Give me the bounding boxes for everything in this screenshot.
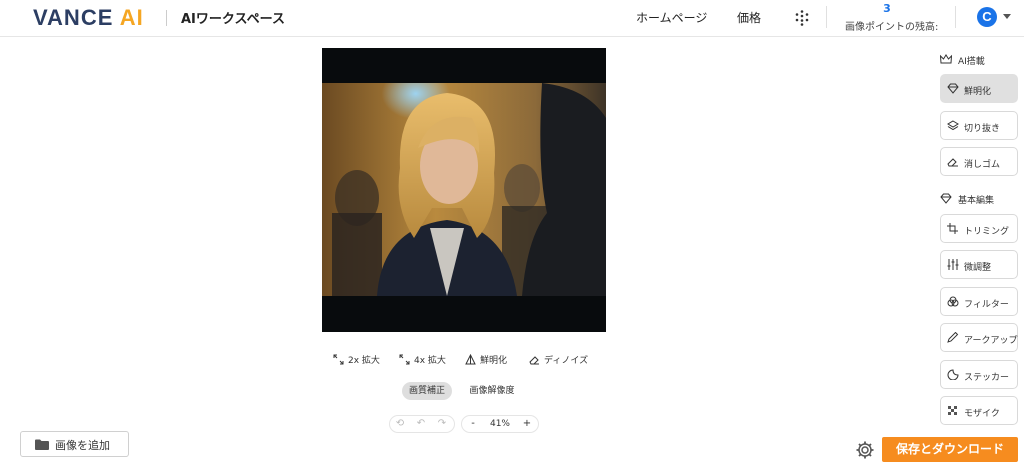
diamond-icon (947, 83, 959, 94)
save-download-button[interactable]: 保存とダウンロード (882, 437, 1018, 462)
undo-icon[interactable]: ↶ (413, 416, 429, 432)
chevron-down-icon[interactable] (1003, 14, 1011, 19)
logo-text-main: VANCE (33, 5, 114, 30)
expand-icon (333, 354, 344, 365)
points-label: 画像ポイントの残高: (845, 22, 939, 33)
sidebar-item-markup[interactable]: アークアップ (940, 323, 1018, 352)
gear-icon[interactable] (855, 440, 875, 460)
folder-icon (35, 439, 49, 450)
upscale-2x-tool[interactable]: 2x 拡大 (333, 353, 380, 369)
eraser-icon (529, 356, 539, 365)
vance-ai-logo[interactable]: VANCE AI (33, 5, 144, 31)
zoom-level: 41% (489, 419, 510, 429)
diamond-icon (940, 193, 952, 204)
crown-icon (940, 54, 952, 64)
photo-preview (322, 48, 606, 332)
image-canvas[interactable] (322, 48, 606, 332)
zoom-out-button[interactable]: - (465, 416, 481, 432)
sidebar-item-crop[interactable]: トリミング (940, 214, 1018, 243)
header-divider (826, 6, 827, 28)
add-image-button[interactable]: 画像を追加 (20, 431, 129, 457)
sidebar-item-mosaic[interactable]: モザイク (940, 396, 1018, 425)
eraser-icon (947, 158, 958, 167)
sidebar-item-adjust[interactable]: 微調整 (940, 250, 1018, 279)
ai-section-label: AI搭載 (958, 57, 985, 67)
add-image-label: 画像を追加 (55, 439, 110, 452)
upscale-4x-tool[interactable]: 4x 拡大 (399, 353, 446, 369)
denoise-tool[interactable]: ディノイズ (529, 353, 588, 369)
nav-home-link[interactable]: ホームページ (636, 9, 707, 26)
header-divider (955, 6, 956, 28)
filter-icon (947, 296, 959, 307)
sidebar-item-filter[interactable]: フィルター (940, 287, 1018, 316)
sliders-icon (947, 259, 959, 270)
zoom-in-button[interactable]: + (519, 416, 535, 432)
workspace-title: AIワークスペース (181, 12, 285, 27)
sticker-icon (947, 369, 959, 380)
sidebar-item-label: アークアップ (964, 336, 1018, 346)
logo-text-accent: AI (119, 5, 144, 30)
sidebar-item-label: フィルター (964, 300, 1009, 310)
apps-grid-icon[interactable] (793, 9, 811, 27)
layers-icon (947, 120, 959, 131)
sidebar-item-label: 消しゴム (964, 160, 1001, 170)
top-header: VANCE AI AIワークスペース ホームページ 価格 3 画像ポイントの残高… (0, 0, 1024, 37)
zoom-controls: - 41% + (461, 415, 539, 433)
user-avatar[interactable]: C (977, 7, 997, 27)
sidebar-item-cutout[interactable]: 切り抜き (940, 111, 1018, 140)
reset-history-icon[interactable]: ⟲ (392, 416, 408, 432)
sharpen-label: 鮮明化 (480, 356, 508, 366)
sharpen-tool[interactable]: 鮮明化 (465, 353, 507, 369)
upscale-2x-label: 2x 拡大 (348, 356, 380, 366)
basic-section-label: 基本編集 (958, 196, 995, 206)
triangle-icon (465, 353, 476, 365)
sidebar-item-label: モザイク (964, 409, 1000, 419)
expand-icon (399, 354, 410, 365)
redo-icon[interactable]: ↷ (434, 416, 450, 432)
sidebar-item-label: ステッカー (964, 373, 1010, 383)
pen-icon (947, 332, 959, 343)
tab-quality[interactable]: 画質補正 (402, 382, 452, 400)
points-count: 3 (883, 2, 891, 15)
denoise-label: ディノイズ (544, 356, 589, 366)
sidebar-item-label: トリミング (964, 227, 1010, 237)
sidebar-item-sticker[interactable]: ステッカー (940, 360, 1018, 389)
history-controls: ⟲ ↶ ↷ (389, 415, 455, 433)
mosaic-icon (948, 406, 957, 415)
logo-divider (166, 10, 167, 26)
sidebar-item-label: 切り抜き (964, 124, 1001, 134)
sidebar-item-sharpen[interactable]: 鮮明化 (940, 74, 1018, 103)
crop-icon (947, 223, 958, 234)
tab-resolution[interactable]: 画像解像度 (461, 382, 523, 400)
sidebar-item-eraser[interactable]: 消しゴム (940, 147, 1018, 176)
nav-price-link[interactable]: 価格 (737, 9, 761, 26)
sidebar-item-label: 鮮明化 (964, 87, 992, 97)
upscale-4x-label: 4x 拡大 (414, 356, 446, 366)
sidebar-item-label: 微調整 (964, 263, 992, 273)
